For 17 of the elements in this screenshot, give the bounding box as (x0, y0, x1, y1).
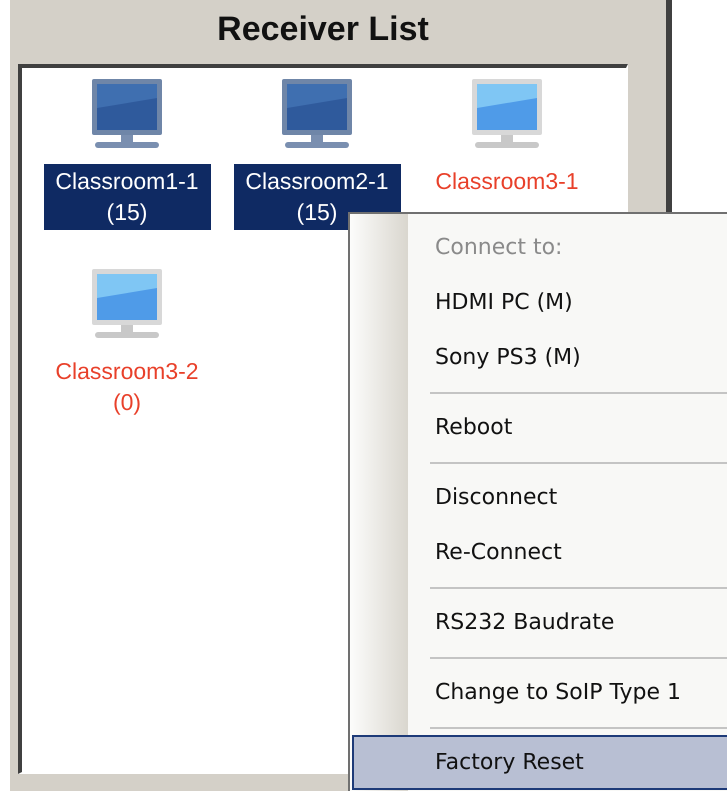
receiver-label[interactable]: Classroom3-2 (0) (44, 354, 210, 420)
menu-item[interactable]: Disconnect (410, 470, 727, 525)
menu-item[interactable]: Change to SoIP Type 1 (410, 665, 727, 720)
menu-item[interactable]: Re-Connect (410, 525, 727, 580)
monitor-icon[interactable] (471, 78, 543, 150)
panel-title: Receiver List (216, 9, 430, 50)
monitor-icon[interactable] (91, 78, 163, 150)
monitor-icon[interactable] (91, 268, 163, 340)
menu-item[interactable]: RS232 Baudrate (410, 595, 727, 650)
menu-item[interactable]: Factory Reset (352, 735, 727, 790)
menu-item[interactable]: HDMI PC (M) (410, 275, 727, 330)
monitor-icon[interactable] (281, 78, 353, 150)
receiver-label[interactable]: Classroom2-1 (15) (234, 164, 400, 230)
receiver-label[interactable]: Classroom3-1 (424, 164, 590, 199)
receiver-label[interactable]: Classroom1-1 (15) (44, 164, 210, 230)
menu-item[interactable]: Reboot (410, 400, 727, 455)
menu-item[interactable]: Sony PS3 (M) (410, 330, 727, 385)
